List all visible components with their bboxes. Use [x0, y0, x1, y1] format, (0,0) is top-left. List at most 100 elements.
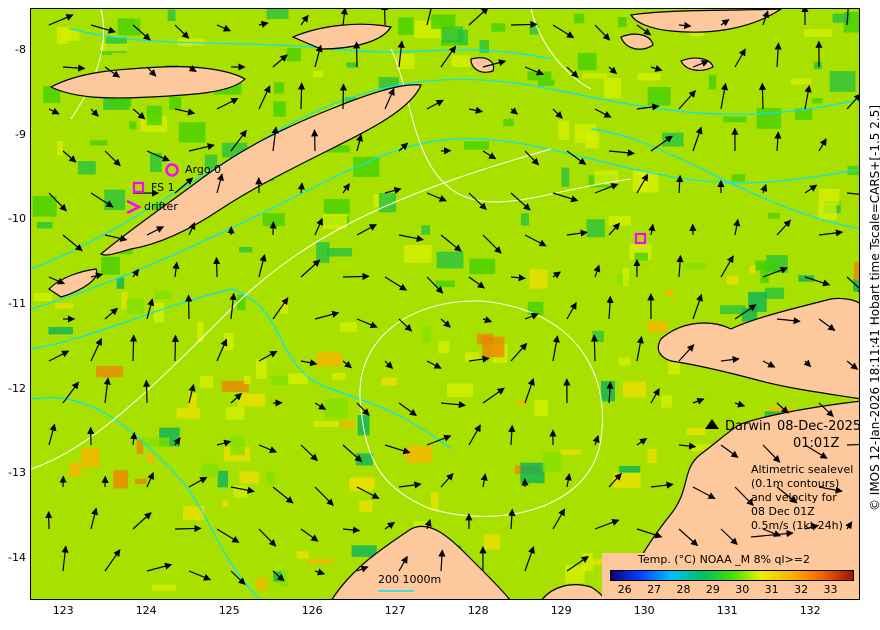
- lon-tick-label: 123: [52, 604, 74, 617]
- sst-patch: [267, 471, 275, 485]
- colorbar-legend: Temp. (°C) NOAA _M 8% ql>=2 26 27 28 29 30 31…: [602, 553, 859, 599]
- sst-patch: [325, 398, 348, 419]
- sst-patch: [613, 472, 641, 488]
- sst-patch: [436, 251, 464, 269]
- velocity-arrow: [171, 334, 179, 362]
- sst-patch: [731, 174, 746, 182]
- sst-patch: [586, 219, 605, 238]
- sst-patch: [542, 452, 562, 472]
- sst-patch: [438, 341, 450, 354]
- colorbar-tick-label: 28: [676, 583, 691, 596]
- sst-patch: [431, 14, 456, 29]
- sst-patch: [48, 327, 73, 335]
- sst-patch: [527, 301, 544, 316]
- sst-patch: [683, 262, 707, 270]
- sst-patch: [117, 18, 141, 36]
- velocity-arrow: [339, 83, 347, 110]
- sst-patch: [634, 252, 648, 261]
- velocity-arrow: [185, 294, 193, 320]
- sst-patch: [255, 358, 267, 379]
- velocity-arrow: [297, 82, 306, 110]
- sst-patch: [431, 492, 439, 510]
- sst-patch: [463, 141, 489, 150]
- sst-patch: [201, 463, 219, 477]
- sst-patch: [755, 260, 780, 271]
- sst-patch: [647, 87, 671, 106]
- altimetry-line: (0.1m contours): [751, 477, 840, 490]
- location-label: Darwin: [725, 419, 771, 434]
- sst-patch: [176, 408, 201, 419]
- sst-patch: [405, 446, 433, 463]
- sst-patch: [619, 466, 641, 474]
- sst-patch: [167, 9, 176, 21]
- lat-tick-label: -10: [8, 212, 26, 226]
- sst-patch: [686, 428, 706, 436]
- sst-patch: [101, 256, 120, 275]
- sst-patch: [286, 48, 301, 62]
- sst-patch: [818, 188, 840, 205]
- sst-patch: [217, 470, 228, 488]
- sst-patch: [226, 406, 245, 420]
- argo-label: Argo 0: [185, 163, 222, 176]
- sst-patch: [32, 195, 57, 217]
- altimetry-line: and velocity for: [751, 491, 837, 504]
- sst-map[interactable]: Argo 0 FS 1 drifter Darwin 08-Dec-2025 0…: [30, 8, 860, 600]
- time-label: 01:01Z: [793, 436, 840, 451]
- sst-patch: [804, 29, 832, 37]
- velocity-arrow: [590, 334, 598, 362]
- sst-patch: [813, 61, 822, 70]
- sst-patch: [421, 225, 431, 235]
- lon-tick-label: 126: [301, 604, 323, 617]
- sst-patch: [134, 478, 147, 484]
- sst-patch: [749, 265, 756, 274]
- sst-patch: [708, 74, 717, 90]
- sst-patch: [230, 436, 245, 456]
- sst-patch: [637, 73, 661, 81]
- sst-patch: [565, 565, 585, 584]
- sst-patch: [647, 321, 668, 333]
- sst-patch: [534, 399, 548, 417]
- sst-patch: [665, 290, 674, 297]
- sst-patch: [529, 269, 548, 289]
- sst-patch: [601, 381, 615, 402]
- depth-scale-label: 200 1000m: [378, 573, 442, 586]
- fs-label: FS 1: [151, 181, 175, 194]
- sst-patch: [574, 13, 585, 24]
- sst-patch: [791, 78, 812, 85]
- lon-tick-label: 125: [218, 604, 240, 617]
- velocity-arrow: [311, 129, 319, 152]
- sst-patch: [618, 17, 627, 28]
- date-label: 08-Dec-2025: [777, 419, 860, 434]
- sst-patch: [854, 261, 859, 281]
- sst-patch: [559, 449, 582, 455]
- sst-patch: [346, 62, 358, 68]
- lon-tick-label: 127: [384, 604, 406, 617]
- sst-patch: [116, 277, 125, 289]
- sst-patch: [200, 376, 213, 389]
- altimetry-line: 0.5m/s (1kt 24h): [751, 519, 843, 532]
- sst-patch: [359, 500, 373, 513]
- sst-patch: [313, 421, 339, 427]
- sst-patch: [604, 77, 621, 99]
- colorbar-tick-label: 30: [735, 583, 750, 596]
- lat-tick-label: -8: [15, 43, 26, 57]
- sst-patch: [622, 267, 630, 286]
- sst-patch: [491, 23, 506, 32]
- sst-patch: [818, 204, 837, 221]
- sst-patch: [647, 448, 657, 464]
- sst-patch: [100, 43, 128, 52]
- sst-patch: [520, 213, 529, 226]
- lon-tick-label: 124: [135, 604, 157, 617]
- sst-patch: [720, 305, 746, 315]
- colorbar: [610, 570, 854, 581]
- colorbar-tick-label: 33: [823, 583, 838, 596]
- sst-patch: [756, 108, 782, 129]
- sst-patch: [274, 82, 285, 94]
- sst-patch: [585, 132, 600, 149]
- sst-patch: [316, 241, 330, 263]
- sst-patch: [126, 298, 144, 314]
- sst-patch: [538, 79, 555, 86]
- colorbar-title: Temp. (°C) NOAA _M 8% ql>=2: [638, 553, 811, 566]
- sst-patch: [154, 302, 165, 323]
- lon-tick-label: 132: [799, 604, 821, 617]
